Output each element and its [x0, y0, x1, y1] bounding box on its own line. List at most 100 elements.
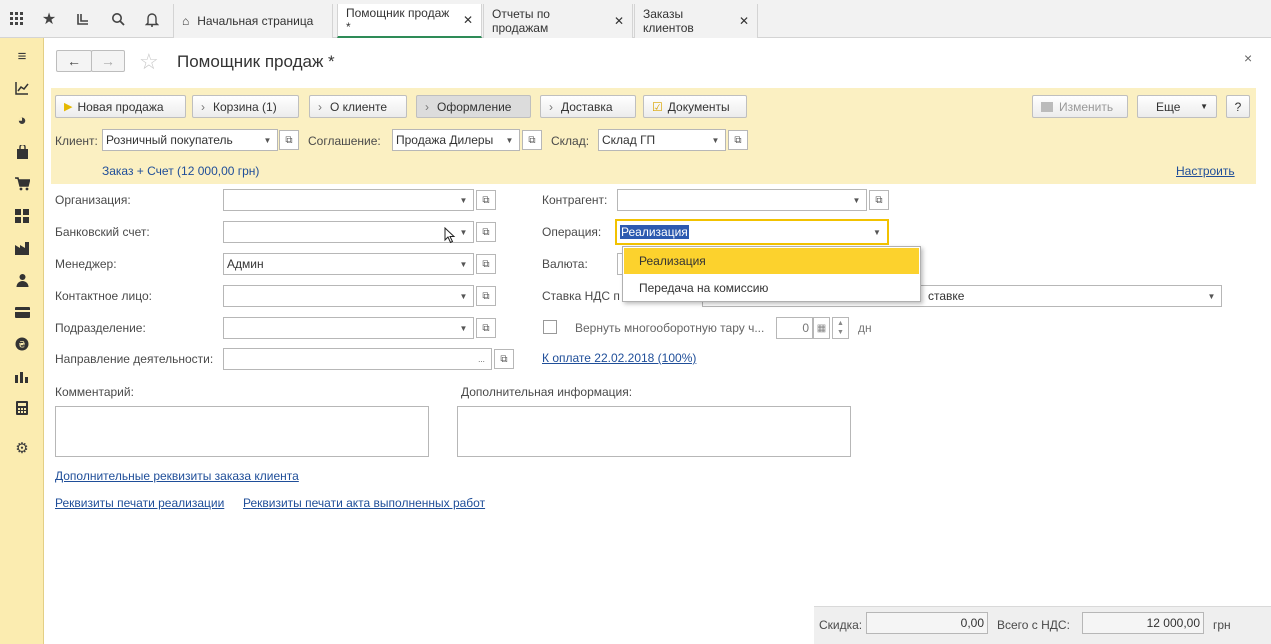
forward-button[interactable]: →: [91, 50, 125, 72]
counterparty-open-icon[interactable]: ⧉: [869, 190, 889, 210]
more-button[interactable]: Еще ▼: [1137, 95, 1217, 118]
client-open-icon[interactable]: ⧉: [279, 130, 299, 150]
sidebar: ≡ ◕ ₴ ⚙: [0, 38, 44, 644]
tab-home[interactable]: ⌂ Начальная страница: [173, 4, 333, 38]
calendar-icon[interactable]: ▦: [813, 317, 830, 339]
counterparty-field[interactable]: [617, 189, 848, 211]
close-tab-icon[interactable]: ✕: [739, 14, 749, 28]
print-sale-props-link[interactable]: Реквизиты печати реализации: [55, 496, 224, 510]
manager-dropdown-button[interactable]: ▼: [454, 253, 474, 275]
payment-schedule-link[interactable]: К оплате 22.02.2018 (100%): [542, 351, 696, 365]
bell-icon[interactable]: [135, 0, 169, 38]
contact-open-icon[interactable]: ⧉: [476, 286, 496, 306]
tab-client-orders[interactable]: Заказы клиентов ✕: [634, 4, 758, 38]
return-days-field[interactable]: 0: [776, 317, 813, 339]
client-dropdown-button[interactable]: ▼: [258, 129, 278, 151]
stepper-up-icon[interactable]: ▲: [837, 319, 844, 328]
tab-sales-assistant[interactable]: Помощник продаж * ✕: [337, 4, 482, 38]
play-icon: ▶: [64, 101, 73, 113]
operation-field[interactable]: Реализация: [615, 219, 869, 245]
delivery-step-button[interactable]: › Доставка: [540, 95, 636, 118]
organization-field[interactable]: [223, 189, 455, 211]
operation-value-selected: Реализация: [620, 225, 689, 239]
agreement-open-icon[interactable]: ⧉: [522, 130, 542, 150]
vat-label: Ставка НДС п: [542, 289, 620, 303]
activity-field[interactable]: [223, 348, 473, 370]
new-sale-button[interactable]: ▶ Новая продажа: [55, 95, 186, 118]
discount-value: 0,00: [866, 612, 988, 634]
agreement-field[interactable]: Продажа Дилеры: [392, 129, 501, 151]
dropdown-option-commission[interactable]: Передача на комиссию: [624, 275, 919, 301]
back-button[interactable]: ←: [56, 50, 92, 72]
days-stepper[interactable]: ▲ ▼: [832, 317, 849, 339]
organization-open-icon[interactable]: ⧉: [476, 190, 496, 210]
print-act-props-link[interactable]: Реквизиты печати акта выполненных работ: [243, 496, 485, 510]
return-container-checkbox[interactable]: [543, 320, 557, 334]
warehouse-dropdown-button[interactable]: ▼: [706, 129, 726, 151]
department-field[interactable]: [223, 317, 455, 339]
tab-sales-reports[interactable]: Отчеты по продажам ✕: [483, 4, 633, 38]
page-title: Помощник продаж *: [177, 52, 335, 71]
activity-open-icon[interactable]: ⧉: [494, 349, 514, 369]
comment-textarea[interactable]: [55, 406, 429, 457]
pie-chart-icon[interactable]: ◕: [0, 104, 44, 136]
change-button[interactable]: Изменить: [1032, 95, 1128, 118]
favorite-star-icon[interactable]: ☆: [139, 49, 159, 75]
close-tab-icon[interactable]: ✕: [463, 13, 473, 27]
configure-link[interactable]: Настроить: [1176, 164, 1235, 178]
operation-dropdown-button[interactable]: ▼: [867, 219, 889, 245]
apps-grid-icon[interactable]: [0, 0, 34, 38]
star-icon[interactable]: ★: [32, 0, 66, 38]
cart-icon[interactable]: [0, 168, 44, 200]
card-icon[interactable]: [0, 296, 44, 328]
grid-icon[interactable]: [0, 200, 44, 232]
dropdown-option-sale[interactable]: Реализация: [624, 248, 919, 274]
order-summary-link[interactable]: Заказ + Счет (12 000,00 грн): [102, 164, 259, 178]
chart-line-icon[interactable]: [0, 72, 44, 104]
home-icon: ⌂: [182, 14, 190, 28]
department-dropdown-button[interactable]: ▼: [454, 317, 474, 339]
vat-dropdown-button[interactable]: ▼: [1202, 285, 1222, 307]
chevron-right-icon: ›: [318, 99, 322, 114]
documents-button[interactable]: ☑ Документы: [643, 95, 747, 118]
extra-info-textarea[interactable]: [457, 406, 851, 457]
counterparty-label: Контрагент:: [542, 193, 608, 207]
history-icon[interactable]: [66, 0, 100, 38]
gear-icon[interactable]: ⚙: [0, 432, 44, 464]
about-client-step-button[interactable]: › О клиенте: [309, 95, 407, 118]
person-icon[interactable]: [0, 264, 44, 296]
client-field[interactable]: Розничный покупатель: [102, 129, 259, 151]
close-tab-icon[interactable]: ✕: [614, 14, 624, 28]
checkout-step-button[interactable]: › Оформление: [416, 95, 531, 118]
shopping-bag-icon[interactable]: [0, 136, 44, 168]
warehouse-field[interactable]: Склад ГП: [598, 129, 707, 151]
contact-dropdown-button[interactable]: ▼: [454, 285, 474, 307]
warehouse-open-icon[interactable]: ⧉: [728, 130, 748, 150]
search-icon[interactable]: [101, 0, 135, 38]
button-label: Новая продажа: [77, 99, 164, 114]
bank-account-label: Банковский счет:: [55, 225, 150, 239]
bank-account-dropdown-button[interactable]: ▼: [454, 221, 474, 243]
bank-account-open-icon[interactable]: ⧉: [476, 222, 496, 242]
bank-account-field[interactable]: [223, 221, 455, 243]
help-button[interactable]: ?: [1226, 95, 1250, 118]
calculator-icon[interactable]: [0, 392, 44, 424]
close-form-button[interactable]: ×: [1244, 50, 1252, 66]
menu-icon[interactable]: ≡: [0, 40, 44, 72]
total-label: Всего с НДС:: [997, 618, 1070, 632]
stepper-down-icon[interactable]: ▼: [837, 328, 844, 337]
manager-open-icon[interactable]: ⧉: [476, 254, 496, 274]
cart-step-button[interactable]: › Корзина (1): [192, 95, 299, 118]
contact-field[interactable]: [223, 285, 455, 307]
money-icon[interactable]: ₴: [0, 328, 44, 360]
extra-props-link[interactable]: Дополнительные реквизиты заказа клиента: [55, 469, 299, 483]
activity-select-button[interactable]: ...: [472, 348, 492, 370]
agreement-dropdown-button[interactable]: ▼: [500, 129, 520, 151]
counterparty-dropdown-button[interactable]: ▼: [847, 189, 867, 211]
department-open-icon[interactable]: ⧉: [476, 318, 496, 338]
bar-chart-icon[interactable]: [0, 360, 44, 392]
manager-field[interactable]: Админ: [223, 253, 455, 275]
factory-icon[interactable]: [0, 232, 44, 264]
organization-dropdown-button[interactable]: ▼: [454, 189, 474, 211]
button-label: Оформление: [437, 99, 512, 114]
